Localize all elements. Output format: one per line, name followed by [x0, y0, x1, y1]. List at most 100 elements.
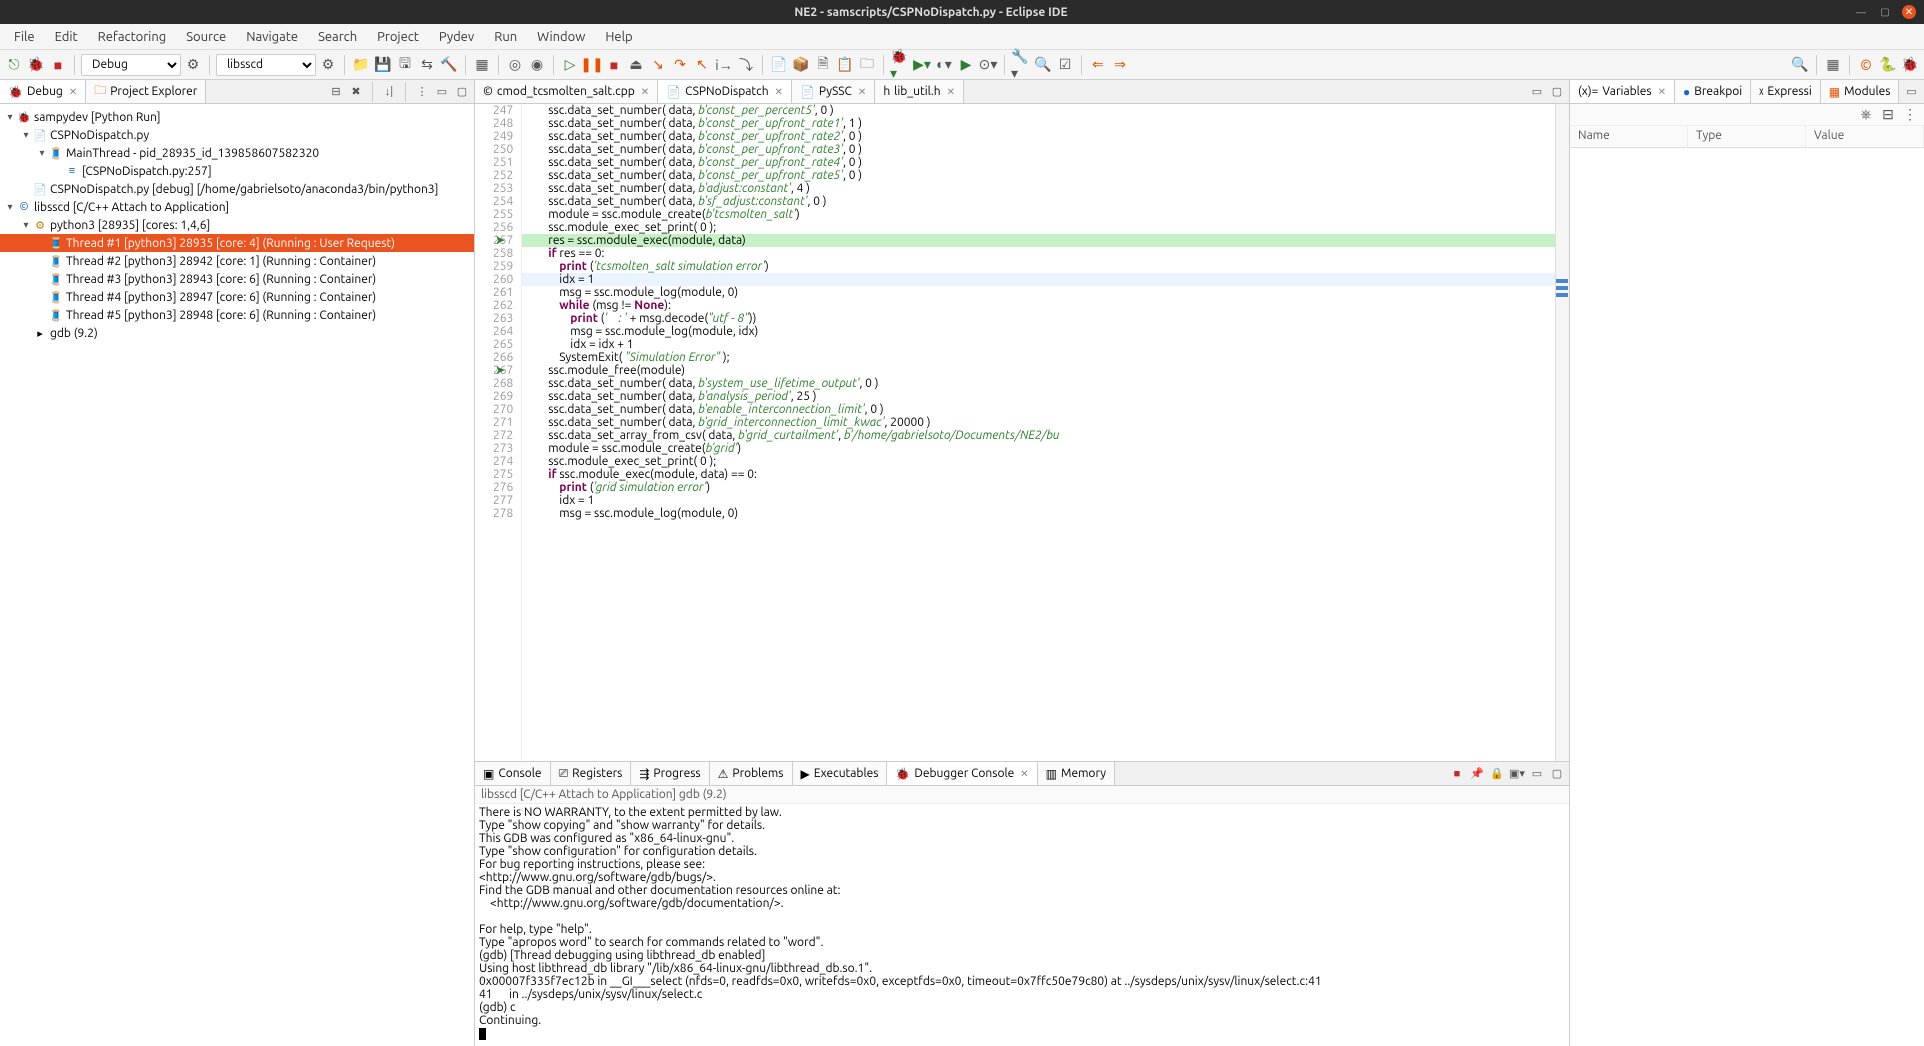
pin-icon[interactable]: 📌 [1469, 766, 1485, 782]
coverage-icon[interactable]: ◐▾ [934, 55, 954, 75]
code-line[interactable]: print ('grid simulation error') [522, 481, 1555, 494]
tree-toggle-icon[interactable]: ▾ [20, 219, 32, 231]
menu-pydev[interactable]: Pydev [429, 26, 484, 48]
window-maximize-button[interactable]: ▢ [1878, 5, 1892, 19]
close-icon[interactable]: ✕ [69, 86, 77, 98]
suspend-icon[interactable]: ❚❚ [582, 55, 602, 75]
tab-breakpoints[interactable]: ●Breakpoi [1675, 80, 1751, 103]
external-tools-icon[interactable]: 🔧▾ [1011, 55, 1031, 75]
code-line[interactable]: ssc.data_set_number( data, b'const_per_u… [522, 117, 1555, 130]
window-minimize-button[interactable]: — [1854, 5, 1868, 19]
bottom-tab-debugger-console[interactable]: 🐞Debugger Console✕ [887, 762, 1037, 785]
menu-file[interactable]: File [4, 26, 45, 48]
tab-expressions[interactable]: ᵡExpressi [1751, 80, 1821, 103]
view-menu-icon[interactable]: ⋮ [1902, 106, 1918, 122]
menu-source[interactable]: Source [176, 26, 236, 48]
console-output[interactable]: There is NO WARRANTY, to the extent perm… [475, 804, 1569, 1046]
bottom-tab-progress[interactable]: ⇶Progress [631, 762, 709, 785]
code-line[interactable]: msg = ssc.module_log(module, 0) [522, 286, 1555, 299]
col-name[interactable]: Name [1570, 126, 1688, 147]
code-line[interactable]: SystemExit( "Simulation Error" ); [522, 351, 1555, 364]
editor-tab[interactable]: ©cmod_tcsmolten_salt.cpp✕ [475, 80, 658, 103]
view-menu-icon[interactable]: ⋮ [414, 84, 430, 100]
editor-tab[interactable]: 📄PySSC✕ [792, 80, 875, 103]
tree-item[interactable]: ▾📄CSPNoDispatch.py [0, 126, 474, 144]
code-line[interactable]: idx = 1 [522, 273, 1555, 286]
tree-item[interactable]: ▾🐞sampydev [Python Run] [0, 108, 474, 126]
build-icon[interactable]: 🔨 [439, 55, 459, 75]
save-icon[interactable]: 💾 [373, 55, 393, 75]
collapse-all-icon[interactable]: ⊟ [1880, 106, 1896, 122]
bottom-tab-registers[interactable]: ⎚Registers [551, 762, 632, 785]
minimize-view-icon[interactable]: ▭ [1903, 84, 1919, 100]
config-gear-icon[interactable]: ⚙ [183, 55, 203, 75]
minimize-view-icon[interactable]: ▭ [434, 84, 450, 100]
stop-icon[interactable]: ■ [48, 55, 68, 75]
step-into-icon[interactable]: ↘ [648, 55, 668, 75]
maximize-view-icon[interactable]: ▢ [454, 84, 470, 100]
new-module-icon[interactable]: 📦 [791, 55, 811, 75]
bug-icon[interactable]: 🐞 [26, 55, 46, 75]
code-line[interactable]: while (msg != None): [522, 299, 1555, 312]
tree-item[interactable]: 📄CSPNoDispatch.py [debug] [/home/gabriel… [0, 180, 474, 198]
col-value[interactable]: Value [1806, 126, 1924, 147]
library-select[interactable]: libsscd [216, 54, 316, 76]
target2-icon[interactable]: ◉ [527, 55, 547, 75]
run-dropdown-icon[interactable]: ▶▾ [912, 55, 932, 75]
toggle-icon[interactable]: ⇆ [417, 55, 437, 75]
close-icon[interactable]: ✕ [1658, 86, 1666, 98]
pydev-perspective-icon[interactable]: 🐍 [1878, 55, 1898, 75]
code-line[interactable]: module = ssc.module_create(b'grid') [522, 442, 1555, 455]
tree-item[interactable]: 🧵Thread #2 [python3] 28942 [core: 1] (Ru… [0, 252, 474, 270]
code-line[interactable]: ssc.data_set_number( data, b'const_per_u… [522, 143, 1555, 156]
bottom-tab-memory[interactable]: ▥Memory [1038, 762, 1115, 785]
menu-edit[interactable]: Edit [45, 26, 88, 48]
minimize-view-icon[interactable]: ▭ [1529, 766, 1545, 782]
close-icon[interactable]: ✕ [775, 86, 783, 98]
tab-project-explorer[interactable]: 🗀 Project Explorer [86, 80, 206, 103]
bottom-tab-problems[interactable]: ⚠Problems [710, 762, 793, 785]
editor-tab[interactable]: 📄CSPNoDispatch✕ [658, 80, 792, 103]
show-type-icon[interactable]: ⎈ [1858, 106, 1874, 122]
col-type[interactable]: Type [1688, 126, 1806, 147]
save-all-icon[interactable]: 🖫 [395, 55, 415, 75]
menu-project[interactable]: Project [367, 26, 429, 48]
run-last-icon[interactable]: ▶ [956, 55, 976, 75]
nav-fwd-icon[interactable]: ⇒ [1110, 55, 1130, 75]
tree-toggle-icon[interactable]: ▾ [20, 129, 32, 141]
overview-ruler[interactable] [1555, 104, 1569, 761]
window-close-button[interactable]: ✕ [1902, 5, 1916, 19]
menu-window[interactable]: Window [527, 26, 595, 48]
tree-toggle-icon[interactable]: ▾ [36, 147, 48, 159]
code-line[interactable]: ssc.module_free(module) [522, 364, 1555, 377]
tree-item[interactable]: ≡ [CSPNoDispatch.py:257] [0, 162, 474, 180]
close-icon[interactable]: ✕ [1020, 768, 1028, 780]
new-folder2-icon[interactable]: 🗀 [857, 55, 877, 75]
tab-debug[interactable]: 🐞 Debug ✕ [0, 80, 86, 103]
step-filter-icon[interactable]: ↓| [381, 84, 397, 100]
code-line[interactable]: idx = 1 [522, 494, 1555, 507]
remove-icon[interactable]: ✖ [348, 84, 364, 100]
code-editor[interactable]: 247248249250251252253254255256➤257258259… [475, 104, 1569, 761]
code-line[interactable]: ssc.data_set_number( data, b'adjust:cons… [522, 182, 1555, 195]
code-line[interactable]: module = ssc.module_create(b'tcsmolten_s… [522, 208, 1555, 221]
close-icon[interactable]: ✕ [947, 86, 955, 98]
code-line[interactable]: ssc.data_set_number( data, b'system_use_… [522, 377, 1555, 390]
resume-icon[interactable]: ▷ [560, 55, 580, 75]
menu-run[interactable]: Run [484, 26, 527, 48]
code-line[interactable]: ssc.data_set_number( data, b'const_per_u… [522, 169, 1555, 182]
editor-tab[interactable]: hlib_util.h✕ [875, 80, 964, 103]
code-line[interactable]: if ssc.module_exec(module, data) == 0: [522, 468, 1555, 481]
tree-item[interactable]: ▾🧵MainThread - pid_28935_id_139858607582… [0, 144, 474, 162]
menu-navigate[interactable]: Navigate [236, 26, 308, 48]
debug-dropdown-icon[interactable]: 🐞▾ [890, 55, 910, 75]
tree-item[interactable]: 🧵Thread #3 [python3] 28943 [core: 6] (Ru… [0, 270, 474, 288]
tree-item[interactable]: 🧵Thread #5 [python3] 28948 [core: 6] (Ru… [0, 306, 474, 324]
code-area[interactable]: ssc.data_set_number( data, b'const_per_p… [522, 104, 1555, 761]
tree-toggle-icon[interactable]: ▾ [4, 201, 16, 213]
tree-item[interactable]: ▸gdb (9.2) [0, 324, 474, 342]
tab-modules[interactable]: ▦Modules [1821, 80, 1900, 103]
new-class-icon[interactable]: 🗎 [813, 55, 833, 75]
code-line[interactable]: ssc.module_exec_set_print( 0 ); [522, 221, 1555, 234]
terminate-icon[interactable]: ■ [604, 55, 624, 75]
